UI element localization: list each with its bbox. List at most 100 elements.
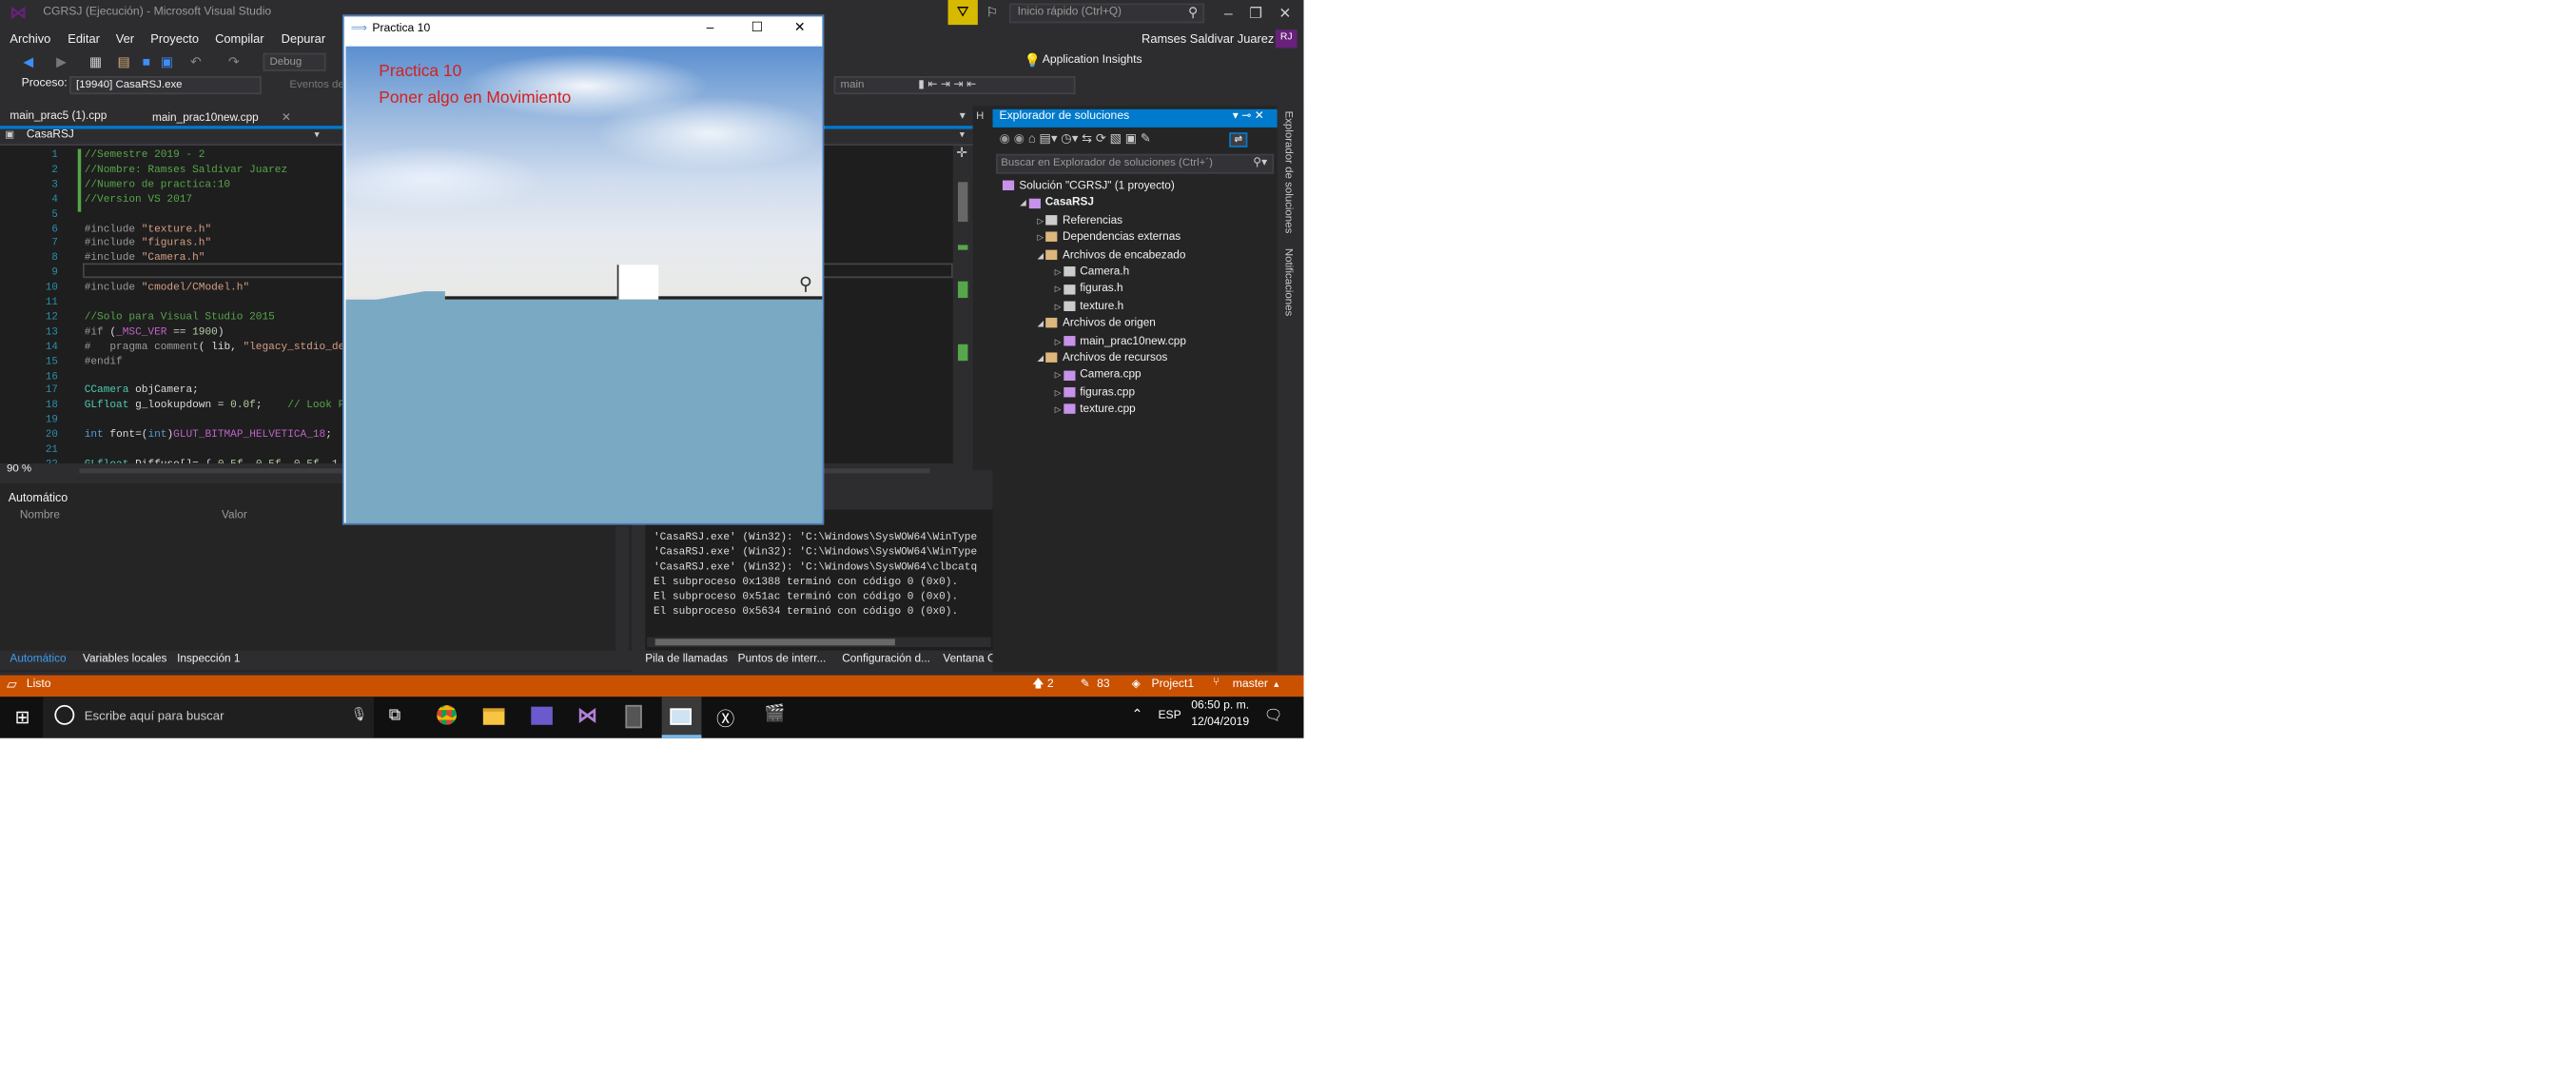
push-count[interactable]: 2 xyxy=(1047,678,1054,690)
quick-launch-input[interactable]: Inicio rápido (Ctrl+Q) ⚲ xyxy=(1008,3,1205,24)
output-h-scrollbar[interactable] xyxy=(647,637,991,648)
tab-main-prac5[interactable]: main_prac5 (1).cpp xyxy=(0,106,117,128)
events-button[interactable]: Eventos de xyxy=(289,79,343,90)
application-insights-button[interactable]: Application Insights xyxy=(1043,54,1142,66)
expander-icon[interactable]: ▷ xyxy=(1055,371,1064,381)
photos-icon[interactable] xyxy=(531,706,553,725)
expander-icon[interactable]: ▷ xyxy=(1055,337,1064,346)
project-name[interactable]: Project1 xyxy=(1151,678,1194,690)
code-line[interactable]: //Version VS 2017 xyxy=(85,193,192,205)
tree-item[interactable]: ▷ figuras.cpp xyxy=(1055,387,1135,399)
expander-icon[interactable]: ◢ xyxy=(1020,199,1028,208)
sync-active-button[interactable]: ⇌ xyxy=(1229,132,1248,147)
tab-command-window[interactable]: Ventana C xyxy=(943,654,992,665)
chevron-down-icon[interactable]: ▾ xyxy=(314,129,319,140)
code-line[interactable]: # pragma comment( lib, "legacy_stdio_def xyxy=(85,341,351,352)
code-line[interactable]: #if (_MSC_VER == 1900) xyxy=(85,325,224,337)
code-line[interactable]: //Numero de practica:10 xyxy=(85,178,230,189)
feedback-icon[interactable]: ⚐ xyxy=(986,5,998,20)
expander-icon[interactable]: ▷ xyxy=(1055,303,1064,312)
tree-item[interactable]: ▷ texture.cpp xyxy=(1055,404,1136,416)
expander-icon[interactable]: ◢ xyxy=(1037,320,1045,329)
solution-search-input[interactable]: Buscar en Explorador de soluciones (Ctrl… xyxy=(995,153,1275,174)
movies-icon[interactable]: 🎬 xyxy=(765,705,786,723)
back-icon[interactable]: ◀ xyxy=(23,54,33,69)
file-explorer-icon[interactable] xyxy=(482,708,505,725)
pin-icon[interactable]: ▾ ⊸ ✕ xyxy=(1233,109,1264,123)
tree-item[interactable]: Solución "CGRSJ" (1 proyecto) xyxy=(1002,181,1175,192)
tab-main-prac10new[interactable]: main_prac10new.cpp ✕ xyxy=(143,106,302,128)
tree-item[interactable]: ▷ texture.h xyxy=(1055,301,1124,312)
tree-item[interactable]: ▷ figuras.h xyxy=(1055,284,1123,295)
expander-icon[interactable]: ◢ xyxy=(1037,251,1045,261)
calculator-icon[interactable] xyxy=(625,704,642,729)
tab-overflow-icon[interactable]: ▾ xyxy=(960,109,966,123)
code-line[interactable]: #include "texture.h" xyxy=(85,223,211,234)
menu-editar[interactable]: Editar xyxy=(68,31,100,47)
user-name[interactable]: Ramses Saldivar Juarez xyxy=(1142,31,1274,47)
zoom-level[interactable]: 90 % xyxy=(7,463,31,475)
code-line[interactable]: int font=(int)GLUT_BITMAP_HELVETICA_18; xyxy=(85,429,332,441)
notifications-icon[interactable]: 🗨 xyxy=(1264,707,1283,725)
expander-icon[interactable]: ◢ xyxy=(1037,354,1045,364)
input-language[interactable]: ESP xyxy=(1158,710,1181,721)
code-line[interactable]: #include "figuras.h" xyxy=(85,237,211,248)
code-line[interactable]: #endif xyxy=(85,355,123,366)
tab-watch[interactable]: Inspección 1 xyxy=(177,654,240,665)
open-icon[interactable]: ▤ xyxy=(117,54,129,69)
redo-icon[interactable]: ↷ xyxy=(228,54,240,69)
split-icon[interactable]: ✛ xyxy=(956,146,967,161)
expander-icon[interactable]: ▷ xyxy=(1037,234,1045,244)
bookmark-icon[interactable]: ▮ ⇤ ⇥ ⇥ ⇤ xyxy=(918,78,976,90)
taskbar-search-input[interactable]: Escribe aquí para buscar 🎙 xyxy=(43,697,375,738)
expander-icon[interactable]: ▷ xyxy=(1055,405,1064,415)
tab-exception-settings[interactable]: Configuración d... xyxy=(842,654,930,665)
code-line[interactable]: CCamera objCamera; xyxy=(85,384,199,396)
maximize-button[interactable]: ☐ xyxy=(751,20,763,35)
side-tab-solution-explorer[interactable]: Explorador de soluciones xyxy=(1282,111,1294,234)
task-view-icon[interactable]: ⧉ xyxy=(389,707,400,725)
undo-icon[interactable]: ↶ xyxy=(190,54,202,69)
scroll-thumb[interactable] xyxy=(957,182,968,223)
scroll-thumb[interactable] xyxy=(654,639,895,646)
process-select[interactable]: [19940] CasaRSJ.exe xyxy=(69,76,262,95)
code-line[interactable]: //Solo para Visual Studio 2015 xyxy=(85,311,275,323)
tab-locals[interactable]: Variables locales xyxy=(83,654,167,665)
opengl-window[interactable]: ⟹ Practica 10 – ☐ ✕ ⚲ Practica 10 Poner … xyxy=(342,14,825,525)
tree-item[interactable]: ▷ Referencias xyxy=(1037,215,1122,226)
windows-start-icon[interactable]: ⊞ xyxy=(15,707,30,728)
filter-icon[interactable]: ⛛ xyxy=(947,0,978,26)
tab-call-stack[interactable]: Pila de llamadas xyxy=(645,654,728,665)
side-tab-notifications[interactable]: Notificaciones xyxy=(1282,248,1294,316)
code-line[interactable]: #include "Camera.h" xyxy=(85,252,205,264)
chrome-icon[interactable] xyxy=(437,704,458,725)
minimize-button[interactable]: – xyxy=(1224,5,1233,21)
code-line[interactable]: //Nombre: Ramses Saldivar Juarez xyxy=(85,164,287,175)
tree-item[interactable]: ◢ Archivos de encabezado xyxy=(1037,249,1185,261)
xbox-icon[interactable]: Ⓧ xyxy=(716,705,734,732)
tree-item[interactable]: ◢ Archivos de recursos xyxy=(1037,352,1167,364)
save-all-icon[interactable]: ▣ xyxy=(161,54,173,69)
tree-item[interactable]: ◢ CasaRSJ xyxy=(1020,198,1094,209)
close-tab-icon[interactable]: ✕ xyxy=(282,112,291,124)
clock-date[interactable]: 12/04/2019 xyxy=(1191,717,1249,728)
expander-icon[interactable]: ▷ xyxy=(1037,216,1045,226)
tab-autos[interactable]: Automático xyxy=(10,654,66,665)
tree-item[interactable]: ▷ Dependencias externas xyxy=(1037,232,1181,244)
close-button[interactable]: ✕ xyxy=(1278,5,1291,23)
autos-scrollbar[interactable] xyxy=(615,526,629,653)
close-button[interactable]: ✕ xyxy=(794,20,806,35)
opengl-viewport[interactable]: ⚲ Practica 10 Poner algo en Movimiento xyxy=(345,46,823,523)
scope-select[interactable]: CasaRSJ xyxy=(27,129,74,141)
code-line[interactable]: #include "cmodel/CModel.h" xyxy=(85,282,249,293)
menu-proyecto[interactable]: Proyecto xyxy=(150,31,199,47)
chevron-down-icon[interactable]: ▾ xyxy=(960,129,965,140)
code-line[interactable]: //Semestre 2019 - 2 xyxy=(85,149,205,161)
menu-compilar[interactable]: Compilar xyxy=(215,31,263,47)
chevron-up-icon[interactable]: ▴ xyxy=(1274,678,1278,690)
microphone-icon[interactable]: 🎙 xyxy=(351,707,368,722)
minimize-button[interactable]: – xyxy=(707,20,714,35)
clock-time[interactable]: 06:50 p. m. xyxy=(1191,700,1249,712)
visual-studio-icon[interactable]: ⋈ xyxy=(577,703,597,726)
expander-icon[interactable]: ▷ xyxy=(1055,285,1064,295)
